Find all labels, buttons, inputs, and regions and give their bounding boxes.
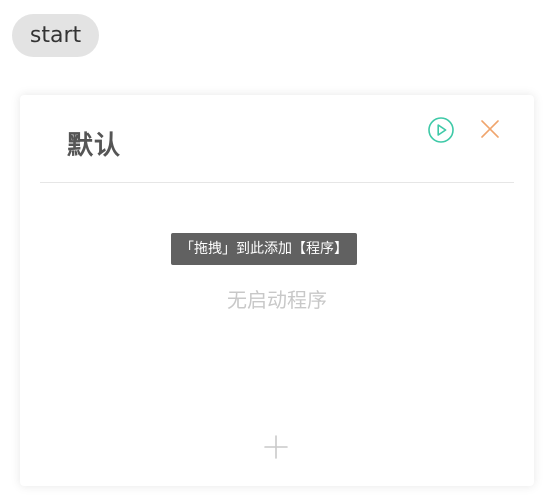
header-divider <box>40 182 514 183</box>
start-button[interactable]: start <box>12 14 99 57</box>
play-circle-icon <box>428 117 454 143</box>
program-group-card: 默认 「拖拽」到此添加【程序】 无启动程序 <box>20 95 534 486</box>
drag-drop-hint: 「拖拽」到此添加【程序】 <box>171 233 357 265</box>
empty-state-text: 无启动程序 <box>227 288 327 312</box>
close-group-button[interactable] <box>479 118 501 140</box>
run-group-button[interactable] <box>427 116 455 144</box>
group-title: 默认 <box>67 131 122 161</box>
plus-icon <box>264 435 288 459</box>
add-program-button[interactable] <box>263 434 289 460</box>
close-icon <box>481 120 499 138</box>
